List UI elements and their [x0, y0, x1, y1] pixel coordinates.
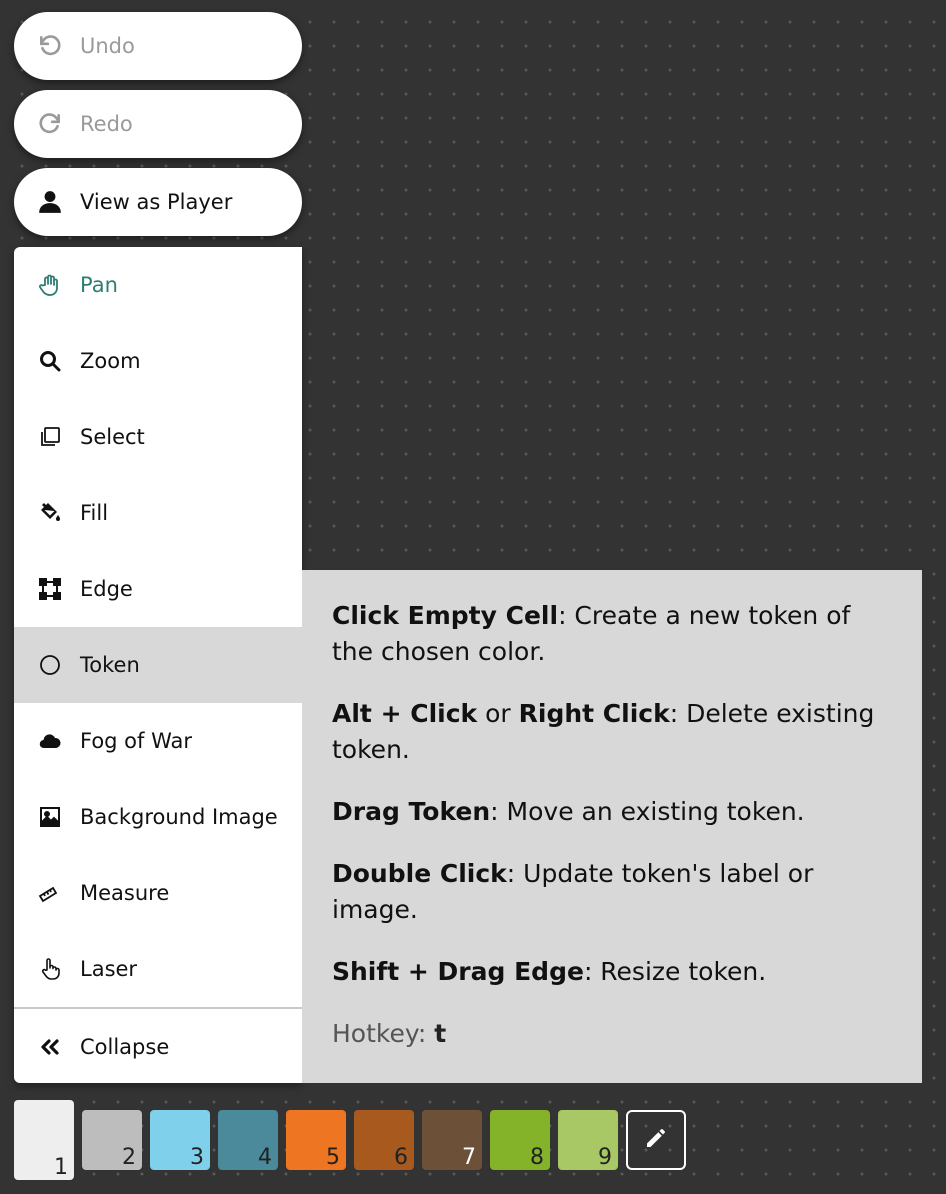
- swatch-number: 3: [190, 1145, 204, 1170]
- color-swatch-2[interactable]: 2: [82, 1110, 142, 1170]
- collapse-button[interactable]: Collapse: [14, 1009, 302, 1083]
- hotkey-label: Hotkey:: [332, 1019, 435, 1048]
- color-swatch-4[interactable]: 4: [218, 1110, 278, 1170]
- view-as-player-label: View as Player: [80, 190, 233, 214]
- tool-background-image[interactable]: Background Image: [14, 779, 302, 855]
- color-swatch-5[interactable]: 5: [286, 1110, 346, 1170]
- help-line-delete: Alt + Click or Right Click: Delete exist…: [332, 696, 892, 768]
- color-swatch-3[interactable]: 3: [150, 1110, 210, 1170]
- double-chevron-left-icon: [36, 1033, 64, 1061]
- hand-icon: [36, 271, 64, 299]
- tool-pan-label: Pan: [80, 273, 118, 297]
- tool-fill-label: Fill: [80, 501, 109, 525]
- swatch-number: 4: [258, 1145, 272, 1170]
- view-as-player-button[interactable]: View as Player: [14, 168, 302, 236]
- tool-background-label: Background Image: [80, 805, 278, 829]
- redo-button[interactable]: Redo: [14, 90, 302, 158]
- tool-token-label: Token: [80, 653, 140, 677]
- swatch-number: 7: [462, 1145, 476, 1170]
- swatch-number: 9: [598, 1145, 612, 1170]
- undo-button[interactable]: Undo: [14, 12, 302, 80]
- ruler-icon: [36, 879, 64, 907]
- help-text-or: or: [477, 699, 519, 728]
- collapse-label: Collapse: [80, 1035, 170, 1059]
- color-swatch-6[interactable]: 6: [354, 1110, 414, 1170]
- tool-edge-label: Edge: [80, 577, 133, 601]
- help-text-move: : Move an existing token.: [490, 797, 805, 826]
- tool-select[interactable]: Select: [14, 399, 302, 475]
- tool-fog-label: Fog of War: [80, 729, 193, 753]
- redo-icon: [36, 110, 64, 138]
- token-help-panel: Click Empty Cell: Create a new token of …: [302, 570, 922, 1083]
- edge-icon: [36, 575, 64, 603]
- swatch-number: 5: [326, 1145, 340, 1170]
- help-key-click-empty: Click Empty Cell: [332, 601, 559, 630]
- tool-fill[interactable]: Fill: [14, 475, 302, 551]
- color-swatch-7[interactable]: 7: [422, 1110, 482, 1170]
- edit-colors-button[interactable]: [626, 1110, 686, 1170]
- swatch-number: 1: [54, 1155, 68, 1180]
- tool-measure-label: Measure: [80, 881, 170, 905]
- search-icon: [36, 347, 64, 375]
- swatch-number: 6: [394, 1145, 408, 1170]
- tool-pan[interactable]: Pan: [14, 247, 302, 323]
- swatch-number: 8: [530, 1145, 544, 1170]
- tool-token[interactable]: Token: [14, 627, 302, 703]
- user-icon: [36, 188, 64, 216]
- help-line-update: Double Click: Update token's label or im…: [332, 856, 892, 928]
- help-key-alt-click: Alt + Click: [332, 699, 478, 728]
- cloud-icon: [36, 727, 64, 755]
- swatch-number: 2: [122, 1145, 136, 1170]
- help-line-create: Click Empty Cell: Create a new token of …: [332, 598, 892, 670]
- color-swatch-9[interactable]: 9: [558, 1110, 618, 1170]
- tool-zoom[interactable]: Zoom: [14, 323, 302, 399]
- help-text-resize: : Resize token.: [583, 957, 767, 986]
- help-line-move: Drag Token: Move an existing token.: [332, 794, 892, 830]
- tool-laser[interactable]: Laser: [14, 931, 302, 1007]
- help-line-resize: Shift + Drag Edge: Resize token.: [332, 954, 892, 990]
- select-icon: [36, 423, 64, 451]
- undo-label: Undo: [80, 34, 135, 58]
- help-key-shift-drag: Shift + Drag Edge: [332, 957, 584, 986]
- color-swatch-1[interactable]: 1: [14, 1100, 74, 1180]
- tool-fog-of-war[interactable]: Fog of War: [14, 703, 302, 779]
- tool-laser-label: Laser: [80, 957, 138, 981]
- circle-icon: [36, 651, 64, 679]
- tool-menu: Pan Zoom Select Fill Edge Token Fog of W…: [14, 247, 302, 1083]
- redo-label: Redo: [80, 112, 133, 136]
- help-key-right-click: Right Click: [518, 699, 670, 728]
- help-key-double-click: Double Click: [332, 859, 507, 888]
- color-swatch-8[interactable]: 8: [490, 1110, 550, 1170]
- hotkey-key: t: [434, 1019, 447, 1048]
- hotkey-hint: Hotkey: t: [332, 1016, 892, 1052]
- tool-measure[interactable]: Measure: [14, 855, 302, 931]
- paint-bucket-icon: [36, 499, 64, 527]
- image-icon: [36, 803, 64, 831]
- tool-zoom-label: Zoom: [80, 349, 141, 373]
- pointer-hand-icon: [36, 955, 64, 983]
- undo-icon: [36, 32, 64, 60]
- help-key-drag-token: Drag Token: [332, 797, 491, 826]
- pencil-icon: [644, 1126, 668, 1154]
- tool-edge[interactable]: Edge: [14, 551, 302, 627]
- tool-select-label: Select: [80, 425, 145, 449]
